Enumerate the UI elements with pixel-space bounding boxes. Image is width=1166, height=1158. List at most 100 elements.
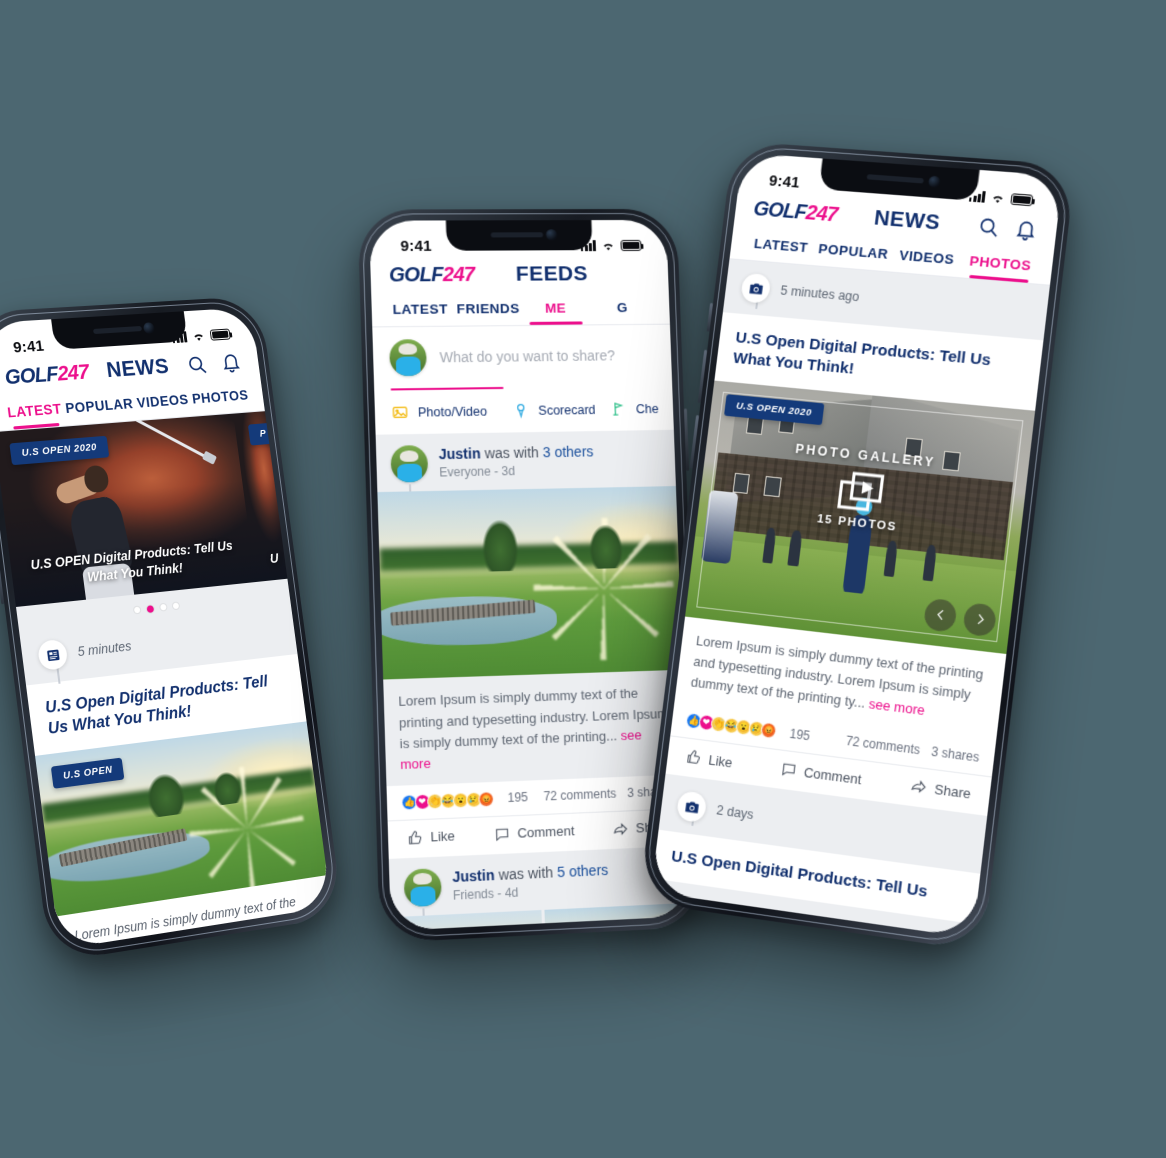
notch: [446, 220, 593, 251]
wifi-icon: [191, 330, 207, 343]
left-phone-scene: 9:41 GOLF247 NEWS LATEST POPULAR VIDEOS …: [0, 280, 408, 980]
share-label: Share: [934, 781, 972, 802]
gallery-play-icon[interactable]: [837, 471, 884, 513]
app-logo[interactable]: GOLF247: [389, 263, 475, 287]
tab-me[interactable]: ME: [524, 294, 588, 325]
carousel-dot[interactable]: [173, 602, 180, 609]
tab-videos[interactable]: VIDEOS: [890, 241, 963, 278]
hero-carousel[interactable]: U.S OPEN 2020 U.S OPEN Digital Products:…: [0, 411, 287, 607]
hero-chip-peek: P: [248, 422, 278, 445]
like-button[interactable]: Like: [685, 748, 734, 771]
reaction-angry-icon[interactable]: 😡: [478, 791, 494, 807]
logo-word: GOLF: [4, 363, 59, 389]
mockup-stage: 9:41 GOLF247 NEWS LATEST POPULAR VIDEOS …: [0, 0, 1166, 1158]
battery-icon: [1010, 193, 1033, 206]
post-others[interactable]: 5 others: [557, 861, 609, 880]
camera-icon: [740, 273, 771, 304]
post-author[interactable]: Justin: [452, 867, 495, 886]
carousel-dot-active[interactable]: [146, 605, 154, 613]
share-button[interactable]: Share: [910, 777, 972, 802]
article-card[interactable]: U.S Open Digital Products: Tell Us What …: [26, 654, 331, 949]
avatar[interactable]: [390, 445, 428, 482]
search-icon[interactable]: [185, 353, 209, 376]
avatar[interactable]: [389, 339, 427, 376]
tab-friends[interactable]: FRIENDS: [456, 295, 521, 326]
like-label: Like: [708, 752, 734, 771]
thumbs-up-icon: [685, 748, 703, 767]
post-others[interactable]: 3 others: [542, 444, 593, 461]
news-feed: U.S OPEN 2020 U.S OPEN Digital Products:…: [0, 411, 331, 949]
carousel-dot[interactable]: [160, 604, 167, 611]
status-time: 9:41: [400, 238, 432, 255]
reaction-count: 195: [507, 790, 528, 805]
app-logo[interactable]: GOLF247: [752, 197, 839, 227]
entry-gallery-image[interactable]: U.S OPEN 2020 PHOTO GALLERY 15 PHOTOS: [685, 380, 1035, 653]
composer-input[interactable]: What do you want to share?: [439, 347, 615, 365]
feeds-tabs: LATEST FRIENDS ME G: [371, 294, 670, 328]
chevron-left-icon: [933, 608, 948, 623]
tab-photos[interactable]: PHOTOS: [190, 381, 250, 415]
status-time: 9:41: [12, 337, 45, 356]
news-icon: [37, 639, 69, 671]
post-with-text: was with: [484, 445, 539, 462]
article-time: 5 minutes: [77, 639, 132, 659]
post-audience-time: Everyone - 3d: [439, 461, 662, 479]
composer-action-label: Scorecard: [538, 403, 596, 418]
reaction-count: 195: [789, 726, 811, 743]
composer-action-label: Photo/Video: [418, 404, 488, 419]
tab-latest[interactable]: LATEST: [745, 229, 816, 265]
comment-count[interactable]: 72 comments: [845, 733, 921, 757]
post-with-text: was with: [498, 864, 553, 883]
logo-accent: 247: [442, 263, 474, 285]
comment-count[interactable]: 72 comments: [543, 787, 616, 804]
post-header: Justin was with 3 others Everyone - 3d: [376, 430, 676, 492]
notification-bell-icon[interactable]: [219, 351, 243, 374]
share-arrow-icon: [910, 777, 929, 796]
photo-video-icon: [391, 404, 409, 422]
app-header: GOLF247 FEEDS: [370, 260, 669, 296]
share-count[interactable]: 3 shares: [930, 744, 980, 765]
tab-latest[interactable]: LATEST: [6, 395, 64, 430]
camera-icon: [676, 791, 707, 824]
comment-bubble-icon: [780, 761, 798, 780]
phone-left: 9:41 GOLF247 NEWS LATEST POPULAR VIDEOS …: [0, 296, 343, 963]
tab-popular[interactable]: POPULAR: [817, 235, 890, 271]
comment-label: Comment: [803, 764, 862, 787]
tab-latest[interactable]: LATEST: [388, 295, 453, 326]
post-author[interactable]: Justin: [438, 446, 480, 463]
reaction-emojis[interactable]: 👍 ❤ 👏 😂 😮 😢 😡: [401, 791, 491, 810]
composer-action-photo-video[interactable]: Photo/Video: [391, 402, 512, 421]
photos-feed: 5 minutes ago U.S Open Digital Products:…: [651, 259, 1050, 938]
post-image[interactable]: [377, 486, 682, 679]
like-button[interactable]: Like: [406, 828, 455, 847]
tab-photos[interactable]: PHOTOS: [963, 246, 1037, 283]
notification-bell-icon[interactable]: [1013, 218, 1039, 243]
phone-right: 9:41 GOLF247 NEWS LATEST POPULAR VIDEOS …: [639, 141, 1076, 952]
composer-action-scorecard[interactable]: Scorecard: [512, 401, 610, 420]
thumbs-up-icon: [406, 829, 423, 846]
carousel-dot[interactable]: [134, 607, 141, 614]
photo-entry-card[interactable]: U.S Open Digital Products: Tell Us What …: [666, 312, 1044, 816]
search-icon[interactable]: [976, 215, 1001, 240]
tab-videos[interactable]: VIDEOS: [135, 386, 190, 420]
comment-button[interactable]: Comment: [780, 761, 863, 788]
post-composer: What do you want to share?: [372, 325, 672, 391]
reaction-angry-icon[interactable]: 😡: [760, 722, 777, 740]
right-phone-scene: 9:41 GOLF247 NEWS LATEST POPULAR VIDEOS …: [640, 140, 1166, 1010]
chevron-right-icon: [972, 612, 987, 627]
comment-bubble-icon: [494, 826, 511, 843]
share-arrow-icon: [612, 821, 629, 838]
wifi-icon: [990, 191, 1007, 205]
reaction-emojis[interactable]: 👍 ❤ 👏 😂 😮 😢 😡: [685, 713, 774, 740]
see-more-link[interactable]: see more: [868, 696, 926, 719]
tab-popular[interactable]: POPULAR: [64, 390, 136, 426]
page-title: NEWS: [87, 354, 189, 385]
logo-word: GOLF: [389, 263, 443, 286]
hero-card[interactable]: U.S OPEN 2020 U.S OPEN Digital Products:…: [0, 414, 256, 607]
gallery-next-button[interactable]: [962, 602, 997, 637]
app-logo[interactable]: GOLF247: [4, 361, 90, 390]
avatar[interactable]: [404, 868, 442, 907]
gallery-prev-button[interactable]: [923, 598, 958, 633]
comment-button[interactable]: Comment: [494, 823, 575, 843]
golf-flag-icon: [610, 401, 628, 418]
